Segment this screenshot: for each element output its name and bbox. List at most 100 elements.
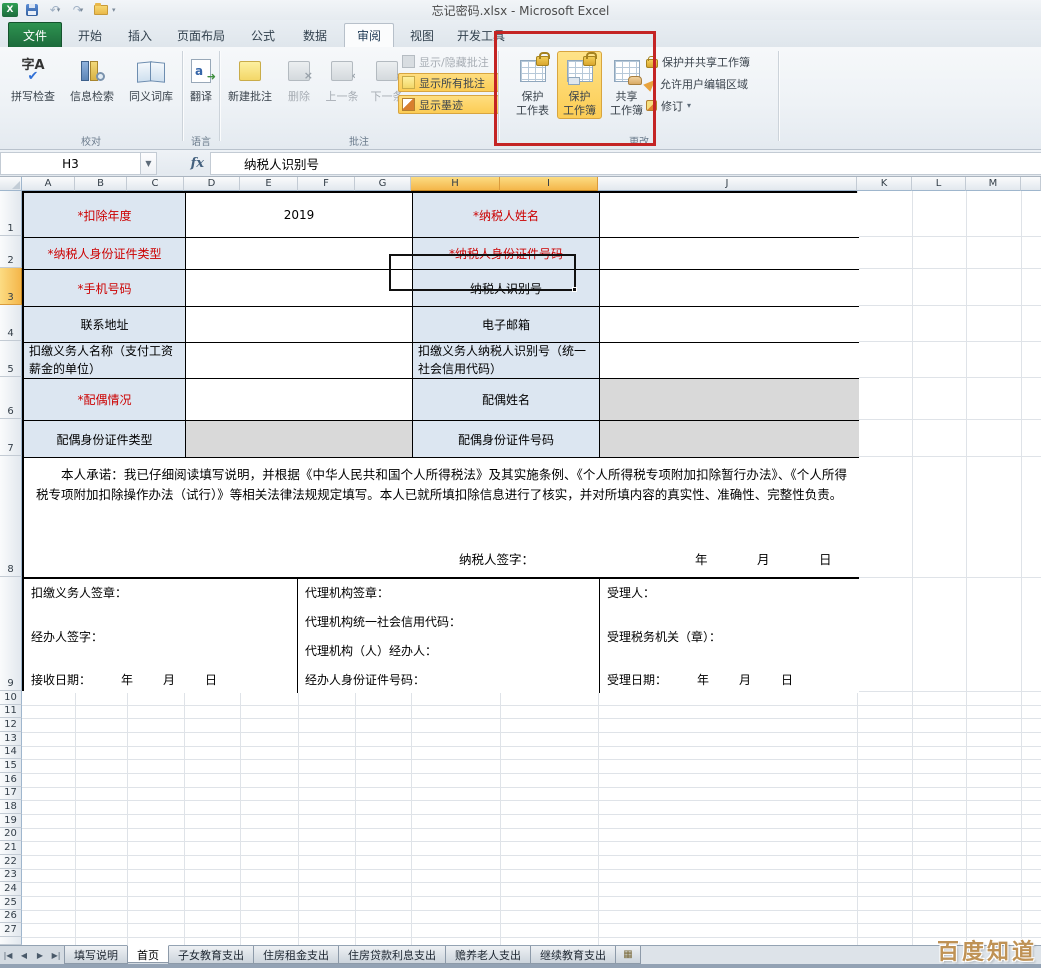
row-header-4[interactable]: 4 xyxy=(0,305,22,341)
cell-email-label[interactable]: 电子邮箱 xyxy=(413,307,600,343)
row-header-8[interactable]: 8 xyxy=(0,456,22,577)
column-header-J[interactable]: J xyxy=(598,177,857,191)
row-header-5[interactable]: 5 xyxy=(0,341,22,377)
last-sheet-button[interactable]: ▶| xyxy=(48,946,64,964)
cell-deduction-year-value[interactable]: 2019 xyxy=(186,193,413,238)
column-header-C[interactable]: C xyxy=(127,177,184,191)
row-header-3[interactable]: 3 xyxy=(0,268,22,305)
first-sheet-button[interactable]: |◀ xyxy=(0,946,16,964)
track-changes-button[interactable]: 修订 ▾ xyxy=(646,96,778,115)
row-header-17[interactable]: 17 xyxy=(0,787,22,801)
cell-contact-address-label[interactable]: 联系地址 xyxy=(24,307,186,343)
name-box[interactable]: H3 xyxy=(0,152,141,175)
tab-formulas[interactable]: 公式 xyxy=(240,23,286,47)
tab-page-layout[interactable]: 页面布局 xyxy=(166,23,236,47)
insert-worksheet-tab[interactable]: ▦ xyxy=(615,946,641,964)
column-header-A[interactable]: A xyxy=(22,177,75,191)
cell-email-value[interactable] xyxy=(600,307,859,343)
cell-taxpayer-name-value[interactable] xyxy=(600,193,859,238)
show-hide-comment-toggle[interactable]: 显示/隐藏批注 xyxy=(398,52,499,71)
row-header-21[interactable]: 21 xyxy=(0,841,22,855)
row-header-25[interactable]: 25 xyxy=(0,896,22,910)
row-header-18[interactable]: 18 xyxy=(0,800,22,814)
tab-insert[interactable]: 插入 xyxy=(118,23,162,47)
column-header-K[interactable]: K xyxy=(857,177,912,191)
sheet-tab-1[interactable]: 填写说明 xyxy=(64,946,128,964)
row-header-27[interactable]: 27 xyxy=(0,923,22,937)
next-sheet-button[interactable]: ▶ xyxy=(32,946,48,964)
sheet-tab-4[interactable]: 住房租金支出 xyxy=(253,946,339,964)
cell-agency-signature-box[interactable]: 代理机构签章： 代理机构统一社会信用代码： 代理机构（人）经办人： 经办人身份证… xyxy=(298,579,600,693)
cell-spouse-status-value[interactable] xyxy=(186,379,413,421)
protect-and-share-workbook-button[interactable]: 保护并共享工作簿 xyxy=(646,52,778,71)
cell-taxpayer-name-label[interactable]: *纳税人姓名 xyxy=(413,193,600,238)
row-header-24[interactable]: 24 xyxy=(0,882,22,896)
cell-taxpayer-id-value[interactable] xyxy=(600,270,859,307)
row-header-2[interactable]: 2 xyxy=(0,236,22,268)
show-all-comments-toggle[interactable]: 显示所有批注 xyxy=(398,73,499,92)
cell-id-number-value[interactable] xyxy=(600,238,859,270)
tab-review[interactable]: 审阅 xyxy=(344,23,394,47)
cell-spouse-name-value[interactable] xyxy=(600,379,859,421)
cell-withholder-signature-box[interactable]: 扣缴义务人签章： 经办人签字： 接收日期：年月日 xyxy=(24,579,298,693)
row-header-10[interactable]: 10 xyxy=(0,691,22,705)
row-header-20[interactable]: 20 xyxy=(0,828,22,842)
previous-comment-button[interactable]: ‹ 上一条 xyxy=(320,51,364,105)
cell-phone-value[interactable] xyxy=(186,270,413,307)
spell-check-button[interactable]: 字A✔ 拼写检查 xyxy=(4,51,62,105)
cell-withholder-name-value[interactable] xyxy=(186,343,413,379)
translate-button[interactable]: a➜ 翻译 xyxy=(186,51,216,105)
cell-withholder-id-value[interactable] xyxy=(600,343,859,379)
row-header-26[interactable]: 26 xyxy=(0,910,22,924)
insert-function-icon[interactable]: fx xyxy=(191,156,204,171)
thesaurus-button[interactable]: 同义词库 xyxy=(122,51,180,105)
column-header-I[interactable]: I xyxy=(500,177,598,191)
row-header-13[interactable]: 13 xyxy=(0,732,22,746)
cell-withholder-name-label[interactable]: 扣缴义务人名称（支付工资薪金的单位） xyxy=(24,343,186,379)
cell-phone-label[interactable]: *手机号码 xyxy=(24,270,186,307)
tab-file[interactable]: 文件 xyxy=(8,22,62,47)
cell-acceptance-box[interactable]: 受理人： 受理税务机关（章）： 受理日期：年月日 xyxy=(600,579,859,693)
row-header-22[interactable]: 22 xyxy=(0,855,22,869)
column-header-E[interactable]: E xyxy=(240,177,298,191)
cell-id-type-label[interactable]: *纳税人身份证件类型 xyxy=(24,238,186,270)
cell-spouse-name-label[interactable]: 配偶姓名 xyxy=(413,379,600,421)
column-header-B[interactable]: B xyxy=(75,177,127,191)
column-header-G[interactable]: G xyxy=(355,177,411,191)
show-ink-toggle[interactable]: 显示墨迹 xyxy=(398,95,499,114)
cell-spouse-id-type-value[interactable] xyxy=(186,421,413,458)
select-all-corner[interactable] xyxy=(0,177,22,191)
name-box-dropdown-icon[interactable]: ▼ xyxy=(141,152,157,175)
row-header-15[interactable]: 15 xyxy=(0,759,22,773)
allow-users-edit-ranges-button[interactable]: 允许用户编辑区域 xyxy=(646,74,778,93)
sheet-tab-6[interactable]: 赡养老人支出 xyxy=(445,946,531,964)
cell-taxpayer-id-label[interactable]: 纳税人识别号 xyxy=(413,270,600,307)
sheet-tab-3[interactable]: 子女教育支出 xyxy=(168,946,254,964)
tab-view[interactable]: 视图 xyxy=(400,23,444,47)
cell-declaration[interactable]: 本人承诺：我已仔细阅读填写说明，并根据《中华人民共和国个人所得税法》及其实施条例… xyxy=(24,458,859,579)
sheet-tab-7[interactable]: 继续教育支出 xyxy=(530,946,616,964)
column-header-L[interactable]: L xyxy=(912,177,966,191)
row-header-23[interactable]: 23 xyxy=(0,869,22,883)
row-header-11[interactable]: 11 xyxy=(0,705,22,719)
row-header-9[interactable]: 9 xyxy=(0,577,22,691)
column-header-partial[interactable] xyxy=(1021,177,1041,191)
new-comment-button[interactable]: 新建批注 xyxy=(224,51,276,105)
cell-spouse-status-label[interactable]: *配偶情况 xyxy=(24,379,186,421)
sheet-tab-5[interactable]: 住房贷款利息支出 xyxy=(338,946,446,964)
delete-comment-button[interactable]: × 删除 xyxy=(281,51,317,105)
cell-id-number-label[interactable]: *纳税人身份证件号码 xyxy=(413,238,600,270)
row-header-1[interactable]: 1 xyxy=(0,191,22,236)
cell-contact-address-value[interactable] xyxy=(186,307,413,343)
sheet-tab-2[interactable]: 首页 xyxy=(127,945,169,963)
formula-input[interactable]: 纳税人识别号 xyxy=(210,152,1041,175)
tab-data[interactable]: 数据 xyxy=(292,23,338,47)
cell-id-type-value[interactable] xyxy=(186,238,413,270)
previous-sheet-button[interactable]: ◀ xyxy=(16,946,32,964)
research-button[interactable]: 信息检索 xyxy=(62,51,122,105)
cell-spouse-id-type-label[interactable]: 配偶身份证件类型 xyxy=(24,421,186,458)
cell-deduction-year-label[interactable]: *扣除年度 xyxy=(24,193,186,238)
row-header-6[interactable]: 6 xyxy=(0,377,22,419)
cell-withholder-id-label[interactable]: 扣缴义务人纳税人识别号（统一社会信用代码） xyxy=(413,343,600,379)
row-header-19[interactable]: 19 xyxy=(0,814,22,828)
